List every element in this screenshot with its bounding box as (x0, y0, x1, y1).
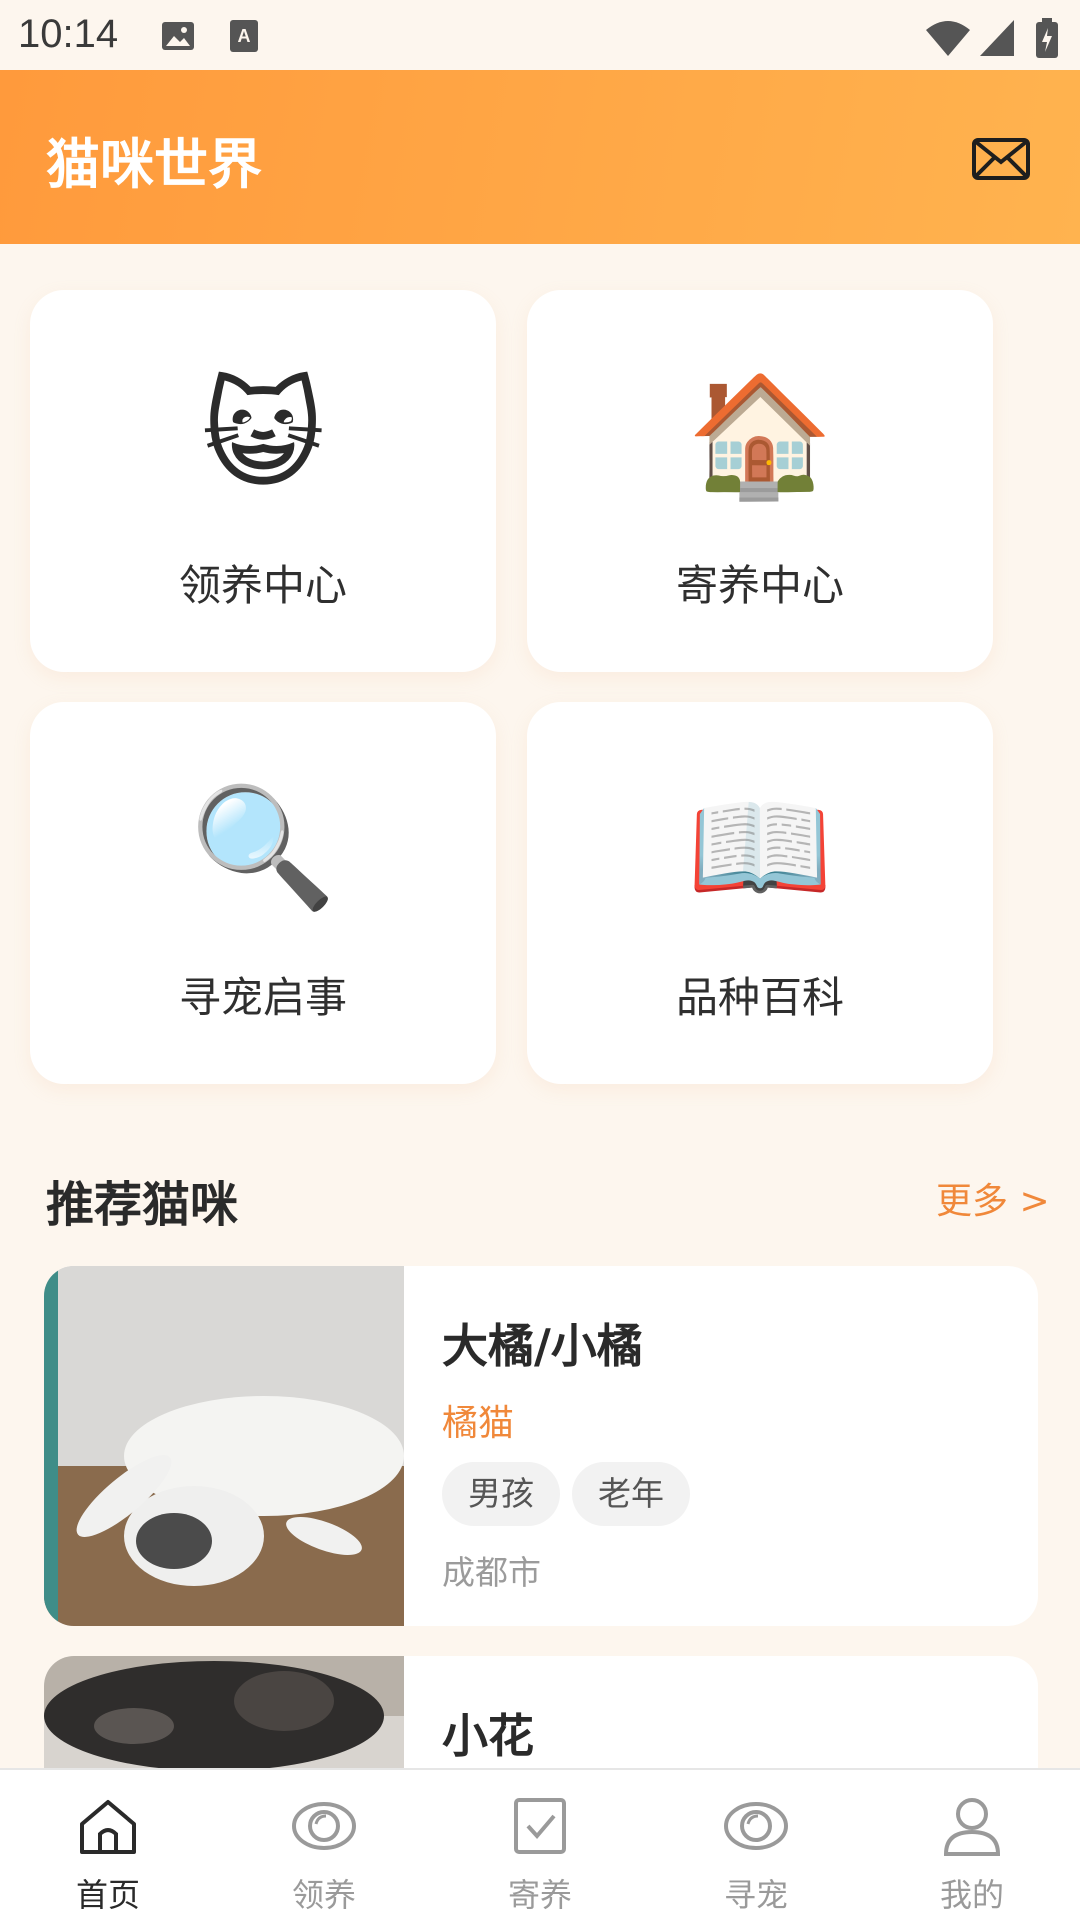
nav-adopt[interactable]: 领养 (216, 1770, 432, 1920)
mail-button[interactable] (970, 128, 1032, 190)
status-bar: 10:14 A (0, 0, 1080, 70)
cat-photo (44, 1266, 404, 1626)
nav-foster[interactable]: 寄养 (432, 1770, 648, 1920)
keyboard-notification-icon: A (230, 20, 258, 52)
checkbox-icon (514, 1798, 566, 1854)
cat-card[interactable]: 大橘/小橘 橘猫 男孩 老年 成都市 (44, 1266, 1038, 1626)
cat-face-icon: 😺 (201, 366, 325, 504)
tile-adoption-center[interactable]: 😺 领养中心 (30, 290, 496, 672)
signal-icon (980, 20, 1014, 56)
tile-breed-encyclopedia[interactable]: 📖 品种百科 (527, 702, 993, 1084)
magnifier-icon: 🔍 (189, 778, 337, 916)
nav-label: 首页 (75, 1876, 140, 1914)
tag-chip-gender: 男孩 (442, 1462, 560, 1526)
nav-home[interactable]: 首页 (0, 1770, 216, 1920)
tile-label: 品种百科 (675, 973, 844, 1022)
eye-icon (292, 1802, 356, 1850)
app-title: 猫咪世界 (46, 133, 262, 196)
tile-lost-pet-notice[interactable]: 🔍 寻宠启事 (30, 702, 496, 1084)
mail-icon (972, 138, 1030, 180)
open-book-icon: 📖 (686, 778, 834, 916)
nav-label: 领养 (291, 1876, 356, 1914)
eye-icon (724, 1802, 788, 1850)
wifi-icon (926, 21, 970, 56)
nav-label: 我的 (939, 1876, 1004, 1914)
house-icon: 🏠 (686, 366, 834, 504)
tile-foster-center[interactable]: 🏠 寄养中心 (527, 290, 993, 672)
home-icon (80, 1800, 136, 1854)
cat-city: 成都市 (442, 1553, 541, 1592)
section-title: 推荐猫咪 (46, 1177, 239, 1233)
more-link[interactable]: 更多 > (936, 1172, 1050, 1224)
app-bar: 猫咪世界 (0, 70, 1080, 244)
tile-label: 领养中心 (178, 561, 347, 610)
status-time: 10:14 (18, 12, 119, 56)
nav-find-pet[interactable]: 寻宠 (648, 1770, 864, 1920)
person-icon (943, 1798, 1001, 1856)
tile-label: 寻宠启事 (178, 973, 347, 1022)
tag-chip-age: 老年 (572, 1462, 690, 1526)
svg-text:A: A (238, 26, 251, 46)
bottom-navigation: 首页 领养 寄养 寻宠 我的 (0, 1768, 1080, 1920)
nav-label: 寻宠 (723, 1876, 788, 1914)
tile-label: 寄养中心 (675, 561, 844, 610)
nav-label: 寄养 (507, 1876, 572, 1914)
cat-name: 大橘/小橘 (442, 1319, 643, 1373)
cat-breed: 橘猫 (442, 1403, 515, 1444)
cat-name: 小花 (442, 1709, 534, 1763)
battery-icon (1036, 18, 1058, 58)
nav-mine[interactable]: 我的 (864, 1770, 1080, 1920)
image-notification-icon (162, 22, 194, 50)
